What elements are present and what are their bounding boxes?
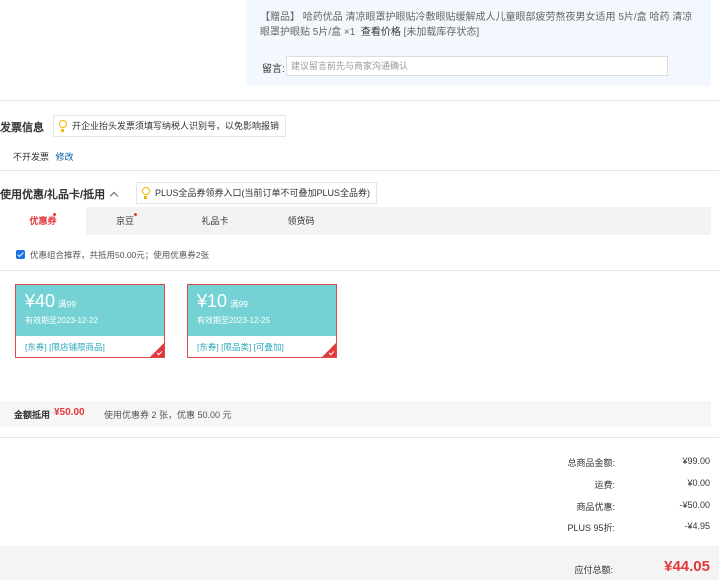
coupon-amount: ¥40 满99 xyxy=(25,291,76,312)
invoice-status: 不开发票 修改 xyxy=(13,150,74,163)
payable-total: ¥44.05 xyxy=(664,558,710,575)
memo-label: 留言: xyxy=(262,64,285,75)
summary-label-plus: PLUS 95折: xyxy=(567,523,615,533)
tab-jingdou-label: 京豆 xyxy=(115,216,134,226)
discount-title-text: 使用优惠/礼品卡/抵用 xyxy=(0,189,106,201)
tab-redeem-code-label: 领货码 xyxy=(287,216,315,226)
summary-value-shipping: ¥0.00 xyxy=(687,478,710,488)
payable-label: 应付总额: xyxy=(574,565,613,575)
gift-description: 【赠品】 哈药优品 清凉眼罩护眼贴冷敷眼贴缓解成人儿童眼部疲劳熬夜男女适用 5片… xyxy=(260,10,700,40)
summary-label-shipping: 运费: xyxy=(594,480,615,490)
summary-label-discount: 商品优惠: xyxy=(576,502,615,512)
plus-coupon-tip-text: PLUS全品券领券入口(当前订单不可叠加PLUS全品券) xyxy=(155,188,371,198)
memo-input[interactable]: 建议留言前先与商家沟通确认 xyxy=(286,56,668,76)
divider xyxy=(0,437,719,438)
stock-status: [未加载库存状态] xyxy=(403,27,480,38)
coupon-card[interactable]: ¥40 满99 有效期至2023-12-22 [东券] [限店铺限商品] xyxy=(15,284,165,358)
selected-corner-icon xyxy=(150,343,164,357)
coupon-amount-value: ¥10 xyxy=(197,291,228,311)
checkbox-checked-icon[interactable] xyxy=(16,250,25,259)
deduction-amount: ¥50.00 xyxy=(54,407,85,418)
summary-value-plus: -¥4.95 xyxy=(684,521,710,531)
selected-corner-icon xyxy=(322,343,336,357)
invoice-tip-text: 开企业抬头发票须填写纳税人识别号，以免影响报销 xyxy=(72,121,280,131)
badge-dot xyxy=(53,213,56,216)
coupon-amount-value: ¥40 xyxy=(25,291,56,311)
coupon-expiry: 有效期至2023-12-25 xyxy=(197,316,270,325)
tab-coupons[interactable]: 优惠券 xyxy=(0,207,86,235)
tab-redeem-code[interactable]: 领货码 xyxy=(262,207,340,235)
discount-title[interactable]: 使用优惠/礼品卡/抵用 xyxy=(0,186,119,202)
tab-gift-card-label: 礼品卡 xyxy=(201,216,229,226)
coupon-condition: 满99 xyxy=(58,299,77,309)
combo-text: 优惠组合推荐，共抵用50.00元；使用优惠券2张 xyxy=(30,250,209,260)
summary-label-goods-total: 总商品金额: xyxy=(567,458,615,468)
coupon-condition: 满99 xyxy=(230,299,249,309)
tab-coupons-label: 优惠券 xyxy=(29,216,57,226)
tab-gift-card[interactable]: 礼品卡 xyxy=(176,207,254,235)
summary-value-discount: -¥50.00 xyxy=(679,500,710,510)
plus-coupon-tip[interactable]: PLUS全品券领券入口(当前订单不可叠加PLUS全品券) xyxy=(136,182,378,204)
coupon-amount: ¥10 满99 xyxy=(197,291,248,312)
invoice-tip: 开企业抬头发票须填写纳税人识别号，以免影响报销 xyxy=(53,115,287,137)
summary-value-goods-total: ¥99.00 xyxy=(682,456,710,466)
invoice-title: 发票信息 xyxy=(0,122,44,134)
coupon-expiry: 有效期至2023-12-22 xyxy=(25,316,98,325)
divider xyxy=(0,100,719,101)
coupon-tags: [东券] [限品类] [可叠加] xyxy=(197,342,284,352)
combo-recommend[interactable]: 优惠组合推荐，共抵用50.00元；使用优惠券2张 xyxy=(16,249,209,261)
deduction-description: 使用优惠券 2 张，优惠 50.00 元 xyxy=(104,410,232,420)
coupon-card[interactable]: ¥10 满99 有效期至2023-12-25 [东券] [限品类] [可叠加] xyxy=(187,284,337,358)
divider xyxy=(0,170,719,171)
bulb-icon xyxy=(142,187,150,199)
tab-jingdou[interactable]: 京豆 xyxy=(86,207,164,235)
deduction-label: 金额抵用 xyxy=(14,410,51,420)
coupon-tags: [东券] [限店铺限商品] xyxy=(25,342,105,352)
chevron-up-icon xyxy=(109,191,119,201)
check-price-link[interactable]: 查看价格 xyxy=(361,27,401,38)
invoice-status-text: 不开发票 xyxy=(13,152,50,162)
divider xyxy=(0,270,719,271)
bulb-icon xyxy=(59,120,67,132)
gift-tag: 【赠品】 xyxy=(260,12,300,23)
badge-dot xyxy=(134,213,137,216)
invoice-edit-link[interactable]: 修改 xyxy=(56,152,74,162)
